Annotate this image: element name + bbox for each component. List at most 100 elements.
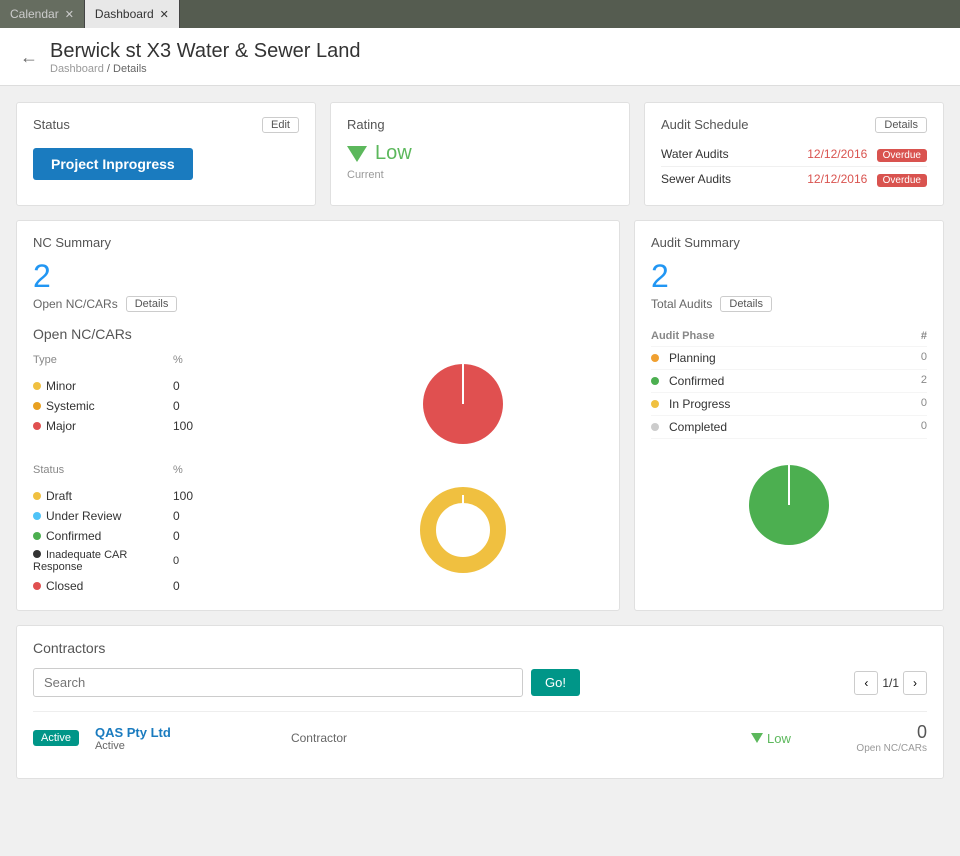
- status-card: Status Edit Project Inprogress: [16, 102, 316, 206]
- nc-type-section: Type % Minor 0 Systemic 0 Major: [33, 354, 313, 454]
- nc-status-pie: [323, 464, 603, 596]
- nc-type-row-major: Major 100: [33, 416, 313, 436]
- confirmed-dot: [33, 532, 41, 540]
- audit-row-sewer-overdue: Overdue: [877, 174, 927, 187]
- status-card-title: Status Edit: [33, 117, 299, 132]
- tab-bar: Calendar ✕ Dashboard ✕: [0, 0, 960, 28]
- contractor-rating-icon: [751, 733, 763, 743]
- nc-summary-title: NC Summary: [33, 235, 603, 250]
- audit-row-water-date: 12/12/2016: [807, 147, 867, 161]
- audit-phase-inprogress: In Progress 0: [651, 393, 927, 416]
- rating-triangle-icon: [347, 146, 367, 162]
- pagination-text: 1/1: [882, 676, 899, 690]
- contractor-nc-count: 0: [847, 722, 927, 743]
- minor-dot: [33, 382, 41, 390]
- nc-count: 2: [33, 260, 603, 292]
- audit-phase-planning: Planning 0: [651, 347, 927, 370]
- nc-status-underreview: Under Review 0: [33, 506, 313, 526]
- tab-calendar[interactable]: Calendar ✕: [0, 0, 85, 28]
- back-button[interactable]: ←: [20, 47, 38, 68]
- major-dot: [33, 422, 41, 430]
- tab-calendar-label: Calendar: [10, 7, 59, 21]
- search-input[interactable]: [33, 668, 523, 697]
- breadcrumb-sep: /: [107, 63, 110, 75]
- tab-dashboard-close[interactable]: ✕: [160, 8, 169, 21]
- nc-type-row-systemic: Systemic 0: [33, 396, 313, 416]
- header-text: Berwick st X3 Water & Sewer Land Dashboa…: [50, 40, 361, 75]
- content: Status Edit Project Inprogress Rating Lo…: [0, 86, 960, 795]
- contractor-name-col: QAS Pty Ltd Active: [95, 725, 275, 752]
- contractors-title: Contractors: [33, 640, 927, 656]
- contractor-name[interactable]: QAS Pty Ltd: [95, 725, 275, 740]
- page: ← Berwick st X3 Water & Sewer Land Dashb…: [0, 28, 960, 856]
- audit-summary-details-button[interactable]: Details: [720, 296, 772, 312]
- nc-status-confirmed: Confirmed 0: [33, 526, 313, 546]
- audit-schedule-details-button[interactable]: Details: [875, 117, 927, 133]
- status-badge: Project Inprogress: [33, 148, 193, 180]
- nc-summary-card: NC Summary 2 Open NC/CARs Details Open N…: [16, 220, 620, 611]
- pagination: ‹ 1/1 ›: [854, 671, 927, 695]
- audit-row-water: Water Audits 12/12/2016 Overdue: [661, 142, 927, 167]
- audit-schedule-title: Audit Schedule Details: [661, 117, 927, 132]
- nc-label-row: Open NC/CARs Details: [33, 296, 603, 312]
- nc-status-header: Status %: [33, 464, 313, 480]
- nc-type-header: Type %: [33, 354, 313, 370]
- rating-value: Low: [347, 142, 613, 165]
- planning-dot: [651, 354, 659, 362]
- nc-charts: Type % Minor 0 Systemic 0 Major: [33, 354, 603, 596]
- audit-total-label: Total Audits: [651, 297, 712, 311]
- nc-details-button[interactable]: Details: [126, 296, 178, 312]
- draft-dot: [33, 492, 41, 500]
- rating-card: Rating Low Current: [330, 102, 630, 206]
- mid-row: NC Summary 2 Open NC/CARs Details Open N…: [16, 220, 944, 611]
- breadcrumb-current: Details: [113, 63, 147, 75]
- edit-button[interactable]: Edit: [262, 117, 299, 133]
- open-nc-title: Open NC/CARs: [33, 326, 603, 342]
- closed-dot: [33, 582, 41, 590]
- audit-phase-pie: [651, 455, 927, 555]
- breadcrumb: Dashboard / Details: [50, 63, 361, 75]
- nc-status-closed: Closed 0: [33, 576, 313, 596]
- tab-dashboard-label: Dashboard: [95, 7, 154, 21]
- contractor-row: Active QAS Pty Ltd Active Contractor Low…: [33, 711, 927, 764]
- contractor-status: Active: [95, 740, 275, 752]
- breadcrumb-home[interactable]: Dashboard: [50, 63, 104, 75]
- audit-row-sewer: Sewer Audits 12/12/2016 Overdue: [661, 167, 927, 191]
- audit-label-row: Total Audits Details: [651, 296, 927, 312]
- completed-dot: [651, 423, 659, 431]
- rating-text: Low: [375, 142, 412, 165]
- contractor-active-badge: Active: [33, 730, 79, 746]
- contractor-type: Contractor: [291, 731, 735, 745]
- audit-schedule-card: Audit Schedule Details Water Audits 12/1…: [644, 102, 944, 206]
- audit-summary-card: Audit Summary 2 Total Audits Details Aud…: [634, 220, 944, 611]
- contractors-section: Contractors Go! ‹ 1/1 › Active QAS Pty L…: [16, 625, 944, 779]
- contractor-rating: Low: [751, 731, 831, 746]
- tab-calendar-close[interactable]: ✕: [65, 8, 74, 21]
- tab-dashboard[interactable]: Dashboard ✕: [85, 0, 180, 28]
- audit-row-sewer-name: Sewer Audits: [661, 172, 731, 186]
- nc-status-inadequate: Inadequate CAR Response 0: [33, 546, 313, 576]
- contractor-nc: 0 Open NC/CARs: [847, 722, 927, 754]
- rating-card-title: Rating: [347, 117, 613, 132]
- audit-schedule-rows: Water Audits 12/12/2016 Overdue Sewer Au…: [661, 142, 927, 191]
- search-row: Go! ‹ 1/1 ›: [33, 668, 927, 697]
- nc-status-section: Status % Draft 100 Under Review 0 Conf: [33, 464, 313, 596]
- audit-row-sewer-date: 12/12/2016: [807, 172, 867, 186]
- page-title: Berwick st X3 Water & Sewer Land: [50, 40, 361, 63]
- prev-page-button[interactable]: ‹: [854, 671, 878, 695]
- contractor-rating-text: Low: [767, 731, 791, 746]
- top-row: Status Edit Project Inprogress Rating Lo…: [16, 102, 944, 206]
- audit-total-count: 2: [651, 260, 927, 292]
- audit-summary-title: Audit Summary: [651, 235, 927, 250]
- nc-type-pie: [323, 354, 603, 454]
- audit-row-water-name: Water Audits: [661, 147, 729, 161]
- contractor-nc-label: Open NC/CARs: [847, 743, 927, 754]
- inadequate-dot: [33, 550, 41, 558]
- inprogress-dot: [651, 400, 659, 408]
- nc-open-label: Open NC/CARs: [33, 297, 118, 311]
- nc-status-draft: Draft 100: [33, 486, 313, 506]
- systemic-dot: [33, 402, 41, 410]
- audit-phase-confirmed: Confirmed 2: [651, 370, 927, 393]
- next-page-button[interactable]: ›: [903, 671, 927, 695]
- go-button[interactable]: Go!: [531, 669, 580, 696]
